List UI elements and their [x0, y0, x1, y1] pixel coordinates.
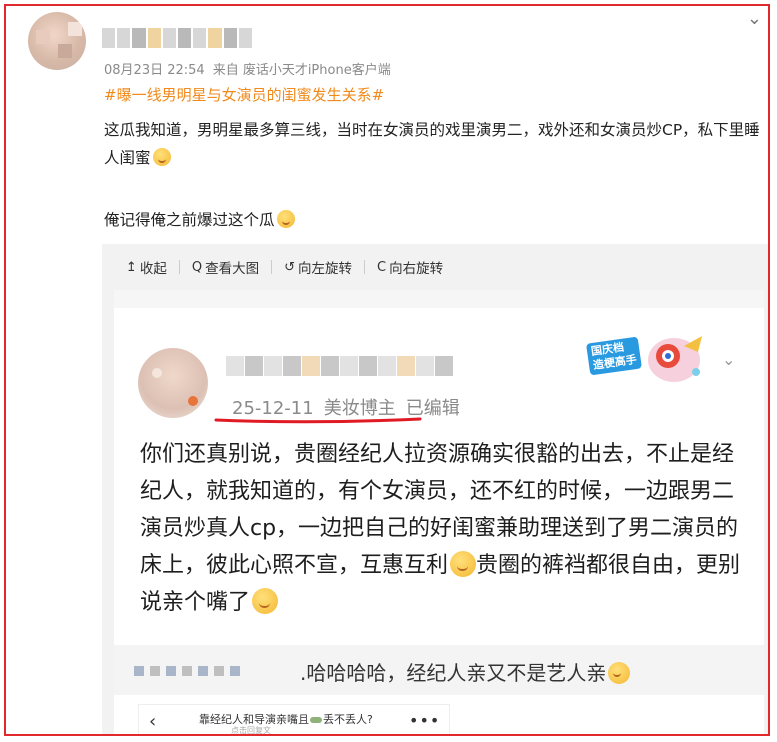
username-blurred[interactable]: [102, 28, 253, 48]
shush-emoji-icon: [152, 148, 171, 166]
chevron-down-icon[interactable]: ⌄: [747, 8, 762, 29]
rotate-left-label: 向左旋转: [298, 261, 353, 277]
post-paragraph-text: 俺记得俺之前爆过这个瓜: [104, 211, 275, 229]
arrow-up-icon: ↥: [126, 259, 137, 275]
emoji-blurred-icon: [310, 717, 322, 723]
post-datetime: 08月23日 22:54: [104, 63, 205, 78]
hashtag-link[interactable]: #曝一线男明星与女演员的闺蜜发生关系#: [104, 84, 384, 105]
thinking-emoji-icon: [252, 588, 279, 614]
reply-username-blurred: [134, 663, 294, 679]
inner-username-blurred: [226, 356, 486, 376]
rotate-right-label: 向右旋转: [389, 261, 444, 277]
inner-chevron-icon: ⌄: [722, 350, 736, 369]
reply-text: .哈哈哈哈，经纪人亲又不是艺人亲: [300, 661, 607, 685]
post-paragraph: 这瓜我知道，男明星最多算三线，当时在女演员的戏里演男二，戏外还和女演员炒CP，私…: [104, 116, 768, 172]
rotate-right-icon: C: [377, 259, 387, 275]
rotate-left-icon: ↺: [284, 259, 296, 275]
view-large-button[interactable]: Q 查看大图: [191, 257, 260, 278]
magnifier-icon: Q: [191, 259, 203, 275]
shush-emoji-icon: [450, 551, 477, 577]
reply-text-row: .哈哈哈哈，经纪人亲又不是艺人亲: [300, 657, 631, 686]
image-toolbar: ↥ 收起 Q 查看大图 ↺ 向左旋转 C 向右旋转: [102, 244, 768, 290]
avatar[interactable]: [28, 12, 86, 70]
dog-emoji-icon: [608, 662, 631, 684]
screenshot-top-strip: [114, 290, 764, 308]
collapse-button[interactable]: ↥ 收起: [126, 257, 167, 278]
post-paragraph-text: 这瓜我知道，男明星最多算三线，当时在女演员的戏里演男二，戏外还和女演员炒CP，私…: [104, 121, 760, 167]
inner-avatar: [138, 348, 208, 418]
rotate-right-button[interactable]: C 向右旋转: [377, 257, 444, 278]
nav-title-tail: 丢不丢人?: [323, 713, 373, 726]
divider: [178, 260, 180, 274]
reply-row: .哈哈哈哈，经纪人亲又不是艺人亲: [114, 645, 764, 695]
nav-title: 靠经纪人和导演亲嘴且 丢不丢人?: [199, 711, 373, 727]
back-arrow-icon[interactable]: ‹: [149, 711, 156, 732]
divider: [271, 260, 273, 274]
post-source[interactable]: 来自 废话小天才iPhone客户端: [213, 63, 391, 78]
post-paragraph: 俺记得俺之前爆过这个瓜: [104, 206, 768, 234]
red-underline-annotation: [214, 417, 422, 424]
post-meta: 08月23日 22:54 来自 废话小天才iPhone客户端: [104, 59, 391, 78]
nav-subtitle: 点击回复文: [231, 726, 271, 735]
image-viewer: ↥ 收起 Q 查看大图 ↺ 向左旋转 C 向右旋转 25-12-11 美妆博主 …: [102, 244, 768, 735]
embedded-screenshot[interactable]: 25-12-11 美妆博主 已编辑 国庆档 造梗高手 ⌄ 你们还真别说，贵圈经纪人拉…: [114, 290, 764, 735]
inner-post-body: 你们还真别说，贵圈经纪人拉资源确实很豁的出去，不止是经纪人，就我知道的，有个女演…: [140, 436, 752, 621]
more-icon[interactable]: •••: [409, 711, 440, 730]
divider: [364, 260, 366, 274]
shush-emoji-icon: [276, 210, 295, 228]
view-large-label: 查看大图: [205, 261, 260, 277]
rotate-left-button[interactable]: ↺ 向左旋转: [284, 257, 353, 278]
collapse-label: 收起: [139, 261, 167, 277]
post-card: ⌄ 08月23日 22:54 来自 废话小天才iPhone客户端 #曝一线男明星与…: [4, 4, 770, 736]
nav-bar: ‹ 靠经纪人和导演亲嘴且 丢不丢人? 点击回复文 •••: [138, 704, 450, 735]
